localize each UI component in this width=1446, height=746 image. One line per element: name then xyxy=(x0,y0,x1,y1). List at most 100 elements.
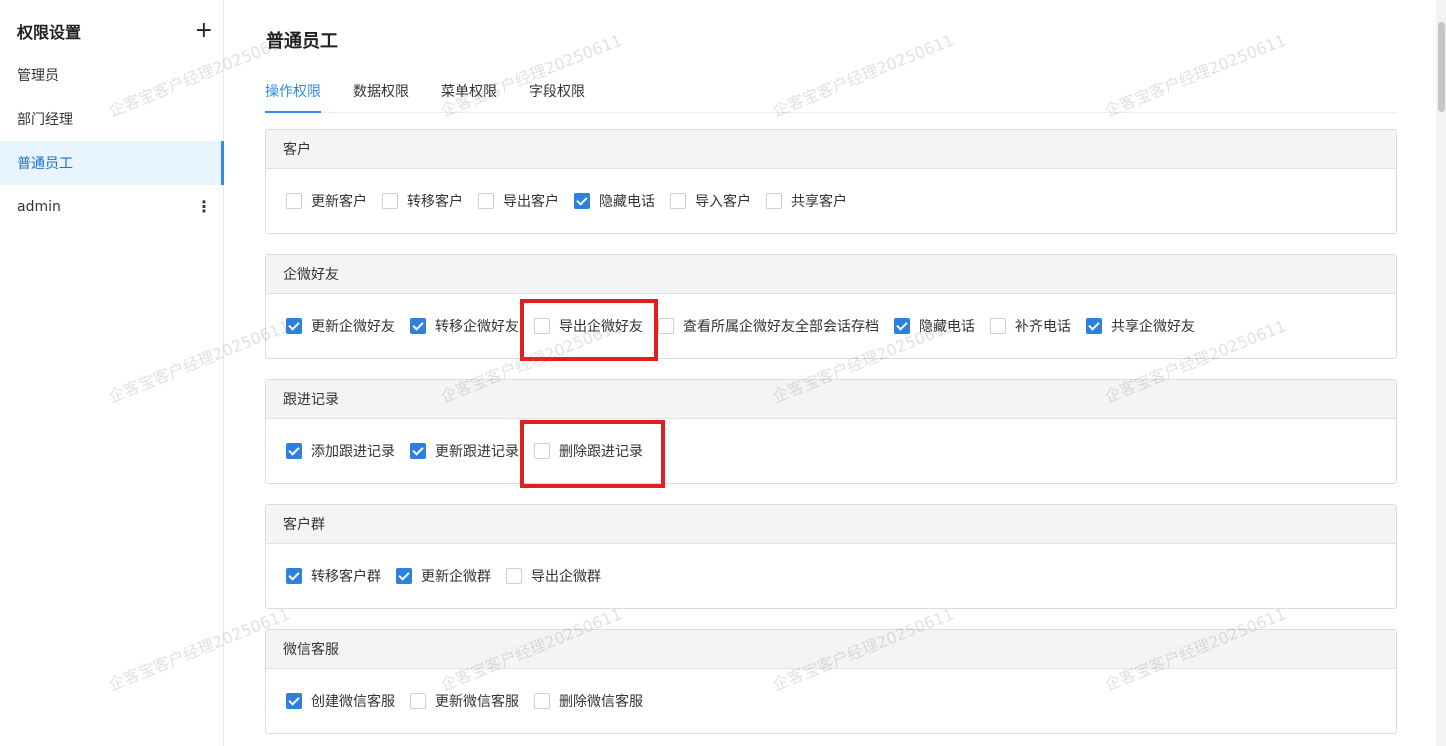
checkbox-label: 共享企微好友 xyxy=(1111,319,1195,335)
checkbox-item[interactable]: 共享客户 xyxy=(766,192,847,210)
tab-field-permissions[interactable]: 字段权限 xyxy=(529,78,585,113)
checkbox-item[interactable]: 转移企微好友 xyxy=(410,317,519,335)
checkbox[interactable] xyxy=(382,193,398,209)
section-body: 创建微信客服 更新微信客服 删除微信客服 xyxy=(266,669,1396,733)
checkbox[interactable] xyxy=(658,318,674,334)
checkbox-item[interactable]: 导入客户 xyxy=(670,192,751,210)
tab-data-permissions[interactable]: 数据权限 xyxy=(353,78,409,113)
checkbox-item[interactable]: 隐藏电话 xyxy=(574,192,655,210)
checkbox-label: 添加跟进记录 xyxy=(311,444,395,460)
checkbox-label: 删除微信客服 xyxy=(559,694,643,710)
checkbox-item[interactable]: 转移客户 xyxy=(382,192,463,210)
sidebar-title: 权限设置 xyxy=(17,23,82,42)
checkbox-item[interactable]: 共享企微好友 xyxy=(1086,317,1195,335)
scrollbar[interactable] xyxy=(1436,0,1446,746)
checkbox[interactable] xyxy=(286,318,302,334)
section-title: 微信客服 xyxy=(266,630,1396,669)
checkbox-item[interactable]: 转移客户群 xyxy=(286,567,381,585)
section-title: 客户 xyxy=(266,130,1396,169)
checkbox[interactable] xyxy=(286,193,302,209)
main-content: 普通员工 操作权限 数据权限 菜单权限 字段权限 客户 更新客户 转移客户 导出… xyxy=(265,0,1397,746)
checkbox-item[interactable]: 更新跟进记录 xyxy=(410,442,519,460)
checkbox-label: 删除跟进记录 xyxy=(559,444,643,460)
checkbox[interactable] xyxy=(396,568,412,584)
sidebar-item-employee[interactable]: 普通员工 xyxy=(0,141,224,185)
checkbox-item[interactable]: 隐藏电话 xyxy=(894,317,975,335)
section-title: 跟进记录 xyxy=(266,380,1396,419)
checkbox[interactable] xyxy=(670,193,686,209)
checkbox[interactable] xyxy=(534,693,550,709)
section-follow-up: 跟进记录 添加跟进记录 更新跟进记录 删除跟进记录 xyxy=(265,379,1397,484)
role-list: 管理员 部门经理 普通员工 admin ⋮ xyxy=(0,53,224,229)
checkbox-item[interactable]: 删除微信客服 xyxy=(534,692,643,710)
section-customer: 客户 更新客户 转移客户 导出客户 隐藏电话 导入客户 共享客户 xyxy=(265,129,1397,234)
checkbox-label: 隐藏电话 xyxy=(599,194,655,210)
checkbox-label: 转移企微好友 xyxy=(435,319,519,335)
checkbox-label: 导出企微群 xyxy=(531,569,601,585)
section-customer-group: 客户群 转移客户群 更新企微群 导出企微群 xyxy=(265,504,1397,609)
checkbox-item[interactable]: 更新微信客服 xyxy=(410,692,519,710)
section-body: 更新客户 转移客户 导出客户 隐藏电话 导入客户 共享客户 xyxy=(266,169,1396,233)
checkbox-label: 更新企微群 xyxy=(421,569,491,585)
checkbox[interactable] xyxy=(410,443,426,459)
checkbox[interactable] xyxy=(766,193,782,209)
sidebar-item-admin-role[interactable]: 管理员 xyxy=(0,53,224,97)
checkbox-label: 转移客户群 xyxy=(311,569,381,585)
checkbox[interactable] xyxy=(286,568,302,584)
sidebar-header: 权限设置 + xyxy=(17,20,213,43)
checkbox-label: 更新客户 xyxy=(311,194,367,210)
checkbox-label: 更新跟进记录 xyxy=(435,444,519,460)
checkbox-label: 导出客户 xyxy=(503,194,559,210)
checkbox[interactable] xyxy=(286,693,302,709)
tab-operation-permissions[interactable]: 操作权限 xyxy=(265,78,321,113)
checkbox-item[interactable]: 更新企微群 xyxy=(396,567,491,585)
more-vertical-icon[interactable]: ⋮ xyxy=(196,199,212,215)
section-body: 转移客户群 更新企微群 导出企微群 xyxy=(266,544,1396,608)
checkbox-label: 更新企微好友 xyxy=(311,319,395,335)
tab-bar: 操作权限 数据权限 菜单权限 字段权限 xyxy=(265,78,1397,113)
sidebar-item-label: 部门经理 xyxy=(17,112,73,128)
checkbox-item[interactable]: 导出客户 xyxy=(478,192,559,210)
checkbox-item[interactable]: 添加跟进记录 xyxy=(286,442,395,460)
checkbox[interactable] xyxy=(534,443,550,459)
checkbox-item[interactable]: 导出企微群 xyxy=(506,567,601,585)
scrollbar-thumb[interactable] xyxy=(1438,22,1445,112)
checkbox-item[interactable]: 查看所属企微好友全部会话存档 xyxy=(658,317,879,335)
checkbox[interactable] xyxy=(574,193,590,209)
tab-menu-permissions[interactable]: 菜单权限 xyxy=(441,78,497,113)
checkbox-label: 转移客户 xyxy=(407,194,463,210)
section-body: 添加跟进记录 更新跟进记录 删除跟进记录 xyxy=(266,419,1396,483)
checkbox-label: 补齐电话 xyxy=(1015,319,1071,335)
sidebar-item-dept-manager[interactable]: 部门经理 xyxy=(0,97,224,141)
section-wecom-friends: 企微好友 更新企微好友 转移企微好友 导出企微好友 查看所属企微好友全部会话存档… xyxy=(265,254,1397,359)
checkbox-item[interactable]: 创建微信客服 xyxy=(286,692,395,710)
sidebar-item-label: 管理员 xyxy=(17,68,59,84)
page-title: 普通员工 xyxy=(266,31,338,52)
checkbox[interactable] xyxy=(1086,318,1102,334)
app-window: 权限设置 + 管理员 部门经理 普通员工 admin ⋮ 普通员工 操作权限 数… xyxy=(0,0,1446,746)
checkbox[interactable] xyxy=(410,318,426,334)
section-title: 客户群 xyxy=(266,505,1396,544)
checkbox-item[interactable]: 补齐电话 xyxy=(990,317,1071,335)
checkbox[interactable] xyxy=(286,443,302,459)
checkbox[interactable] xyxy=(410,693,426,709)
checkbox[interactable] xyxy=(990,318,1006,334)
sidebar-item-label: admin xyxy=(17,199,61,215)
checkbox-label: 更新微信客服 xyxy=(435,694,519,710)
sidebar: 权限设置 + 管理员 部门经理 普通员工 admin ⋮ xyxy=(0,0,224,746)
plus-icon[interactable]: + xyxy=(195,20,213,42)
checkbox[interactable] xyxy=(534,318,550,334)
sidebar-item-admin[interactable]: admin ⋮ xyxy=(0,185,224,229)
checkbox[interactable] xyxy=(478,193,494,209)
checkbox-label: 查看所属企微好友全部会话存档 xyxy=(683,319,879,335)
section-title: 企微好友 xyxy=(266,255,1396,294)
checkbox[interactable] xyxy=(894,318,910,334)
checkbox-label: 隐藏电话 xyxy=(919,319,975,335)
checkbox[interactable] xyxy=(506,568,522,584)
checkbox-label: 创建微信客服 xyxy=(311,694,395,710)
checkbox-item[interactable]: 更新企微好友 xyxy=(286,317,395,335)
checkbox-item[interactable]: 导出企微好友 xyxy=(534,317,643,335)
checkbox-item[interactable]: 更新客户 xyxy=(286,192,367,210)
checkbox-label: 共享客户 xyxy=(791,194,847,210)
checkbox-item[interactable]: 删除跟进记录 xyxy=(534,442,643,460)
